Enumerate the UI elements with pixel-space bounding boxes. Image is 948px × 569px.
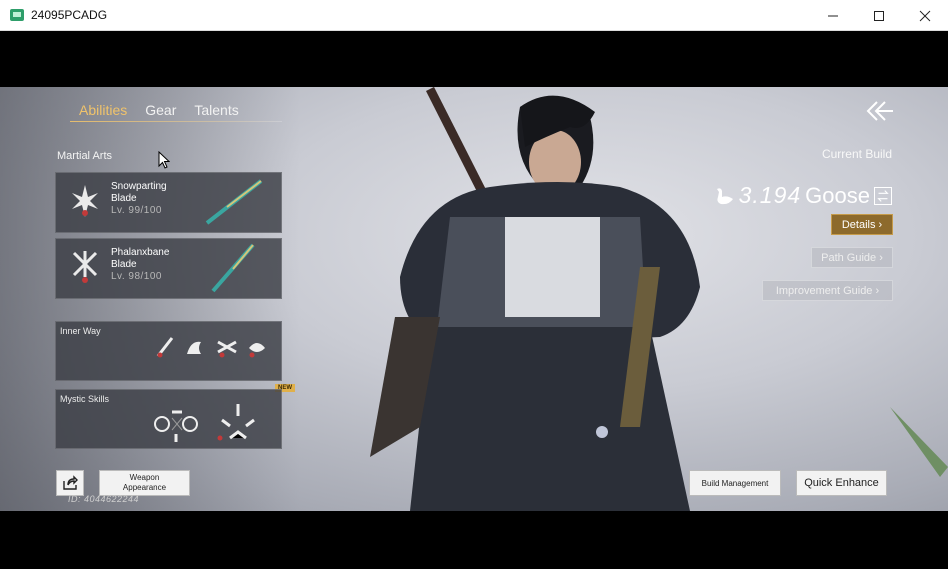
blade-weapon-icon: [205, 179, 263, 225]
game-viewport: Abilities Gear Talents Martial Arts Snow…: [0, 87, 948, 511]
martial-art-name: Snowparting Blade: [111, 181, 167, 204]
share-icon: [63, 475, 78, 490]
inner-way-panel[interactable]: Inner Way: [55, 321, 282, 381]
details-button[interactable]: Details ›: [831, 214, 893, 235]
martial-art-card-phalanxbane[interactable]: Phalanxbane Blade Lv. 98/100: [55, 238, 282, 299]
swap-icon[interactable]: [874, 186, 892, 205]
inner-way-skill-icon: [187, 341, 201, 354]
mystic-skill-cluster-icon: [217, 404, 255, 441]
martial-art-level: Lv. 98/100: [111, 271, 162, 282]
window-titlebar: 24095PCADG: [0, 0, 948, 31]
tab-bar: Abilities Gear Talents: [79, 102, 239, 118]
phalanxbane-skill-icon: [72, 251, 98, 283]
path-guide-button[interactable]: Path Guide ›: [811, 247, 893, 268]
player-id: ID: 4044622244: [68, 494, 140, 504]
share-button[interactable]: [56, 470, 84, 496]
martial-art-name: Phalanxbane Blade: [111, 247, 170, 270]
app-icon: [10, 9, 24, 21]
inner-way-label: Inner Way: [60, 326, 101, 336]
minimize-icon[interactable]: [810, 0, 856, 31]
build-management-button[interactable]: Build Management: [689, 470, 781, 496]
improvement-guide-button[interactable]: Improvement Guide ›: [762, 280, 893, 301]
snowparting-skill-icon: [72, 185, 98, 217]
window-title: 24095PCADG: [31, 8, 108, 22]
build-score: 3.194: [738, 182, 802, 208]
close-icon[interactable]: [902, 0, 948, 31]
tab-gear[interactable]: Gear: [145, 102, 176, 118]
mystic-skill-cluster-icon: [154, 410, 198, 442]
weapon-appearance-button[interactable]: Weapon Appearance: [99, 470, 190, 496]
inner-way-skill-icon: [156, 337, 174, 358]
goose-icon: [716, 187, 733, 204]
mystic-skills-panel[interactable]: Mystic Skills: [55, 389, 282, 449]
martial-art-level: Lv. 99/100: [111, 205, 162, 216]
inner-way-skill-icon: [217, 340, 237, 358]
mystic-skills-label: Mystic Skills: [60, 394, 109, 404]
current-build-label: Current Build: [821, 147, 892, 161]
build-name: Goose: [805, 182, 870, 208]
tab-abilities[interactable]: Abilities: [79, 102, 127, 118]
tab-underline: [70, 121, 282, 122]
martial-arts-label: Martial Arts: [57, 150, 113, 162]
maximize-icon[interactable]: [856, 0, 902, 31]
inner-way-skill-icon: [249, 343, 265, 358]
mouse-cursor-icon: [158, 151, 170, 169]
build-score-row: 3.194 Goose: [713, 182, 892, 209]
quick-enhance-button[interactable]: Quick Enhance: [796, 470, 887, 496]
back-arrow-icon[interactable]: [865, 100, 895, 122]
tab-talents[interactable]: Talents: [194, 102, 238, 118]
martial-art-card-snowparting[interactable]: Snowparting Blade Lv. 99/100: [55, 172, 282, 233]
blade-weapon-icon: [211, 243, 255, 293]
